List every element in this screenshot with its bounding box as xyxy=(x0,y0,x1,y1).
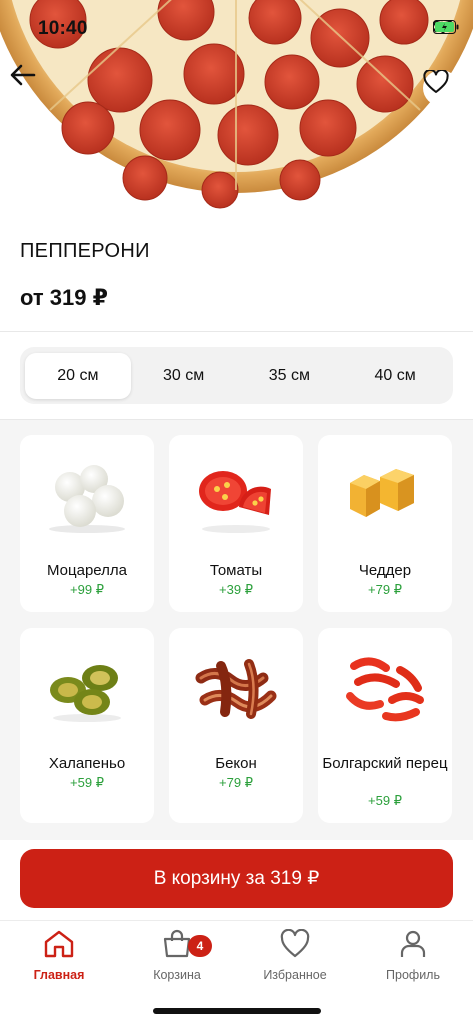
toppings-grid: Моцарелла +99 ₽ Томаты +39 ₽ Чеддер +79 … xyxy=(0,420,473,840)
divider xyxy=(0,331,473,332)
topping-name: Халапеньо xyxy=(48,755,126,772)
home-icon xyxy=(43,929,75,964)
topping-card-jalapeno[interactable]: Халапеньо +59 ₽ xyxy=(20,628,154,823)
topping-price: +39 ₽ xyxy=(219,582,253,597)
status-time: 10:40 xyxy=(38,18,88,39)
tab-profile-label: Профиль xyxy=(386,968,440,982)
bacon-icon xyxy=(169,628,303,748)
profile-icon xyxy=(397,929,429,964)
topping-price: +99 ₽ xyxy=(70,582,104,597)
topping-name: Бекон xyxy=(215,755,257,772)
jalapeno-icon xyxy=(20,628,154,748)
topping-price: +79 ₽ xyxy=(219,775,253,790)
tab-favorites-label: Избранное xyxy=(263,968,327,982)
favorite-button[interactable] xyxy=(423,70,459,106)
topping-name: Моцарелла xyxy=(47,562,127,579)
topping-card-cheddar[interactable]: Чеддер +79 ₽ xyxy=(318,435,452,612)
topping-price: +59 ₽ xyxy=(368,793,402,808)
topping-card-bacon[interactable]: Бекон +79 ₽ xyxy=(169,628,303,823)
topping-price: +79 ₽ xyxy=(368,582,402,597)
topping-name: Болгарский перец xyxy=(322,755,448,772)
tab-home[interactable]: Главная xyxy=(0,929,118,982)
topping-name: Чеддер xyxy=(358,562,412,579)
size-option-20[interactable]: 20 см xyxy=(25,352,131,399)
home-indicator xyxy=(153,1008,321,1014)
status-bar: 10:40 xyxy=(0,0,473,52)
heart-icon xyxy=(279,928,311,964)
size-option-40[interactable]: 40 см xyxy=(342,353,448,399)
tomato-icon xyxy=(169,435,303,555)
mozzarella-icon xyxy=(20,435,154,555)
tab-home-label: Главная xyxy=(33,968,85,982)
size-option-30[interactable]: 30 см xyxy=(131,353,237,399)
topping-card-bell-pepper[interactable]: Болгарский перец +59 ₽ xyxy=(318,628,452,823)
bell-pepper-icon xyxy=(318,628,452,748)
topping-price: +59 ₽ xyxy=(70,775,104,790)
cheddar-icon xyxy=(318,435,452,555)
tab-favorites[interactable]: Избранное xyxy=(236,928,354,982)
topping-card-mozzarella[interactable]: Моцарелла +99 ₽ xyxy=(20,435,154,612)
back-button[interactable] xyxy=(10,64,46,100)
tab-cart[interactable]: 4 Корзина xyxy=(118,929,236,982)
tab-profile[interactable]: Профиль xyxy=(354,929,472,982)
size-option-35[interactable]: 35 см xyxy=(237,353,343,399)
topping-name: Томаты xyxy=(209,562,263,579)
size-selector: 20 см 30 см 35 см 40 см xyxy=(20,347,453,404)
product-price: от 319 ₽ xyxy=(20,285,108,310)
product-title: ПЕППЕРОНИ xyxy=(20,240,150,262)
product-image: 10:40 xyxy=(0,0,473,215)
topping-card-tomato[interactable]: Томаты +39 ₽ xyxy=(169,435,303,612)
add-to-cart-button[interactable]: В корзину за 319 ₽ xyxy=(20,849,453,908)
cart-badge: 4 xyxy=(188,935,212,957)
tab-cart-label: Корзина xyxy=(153,968,201,982)
